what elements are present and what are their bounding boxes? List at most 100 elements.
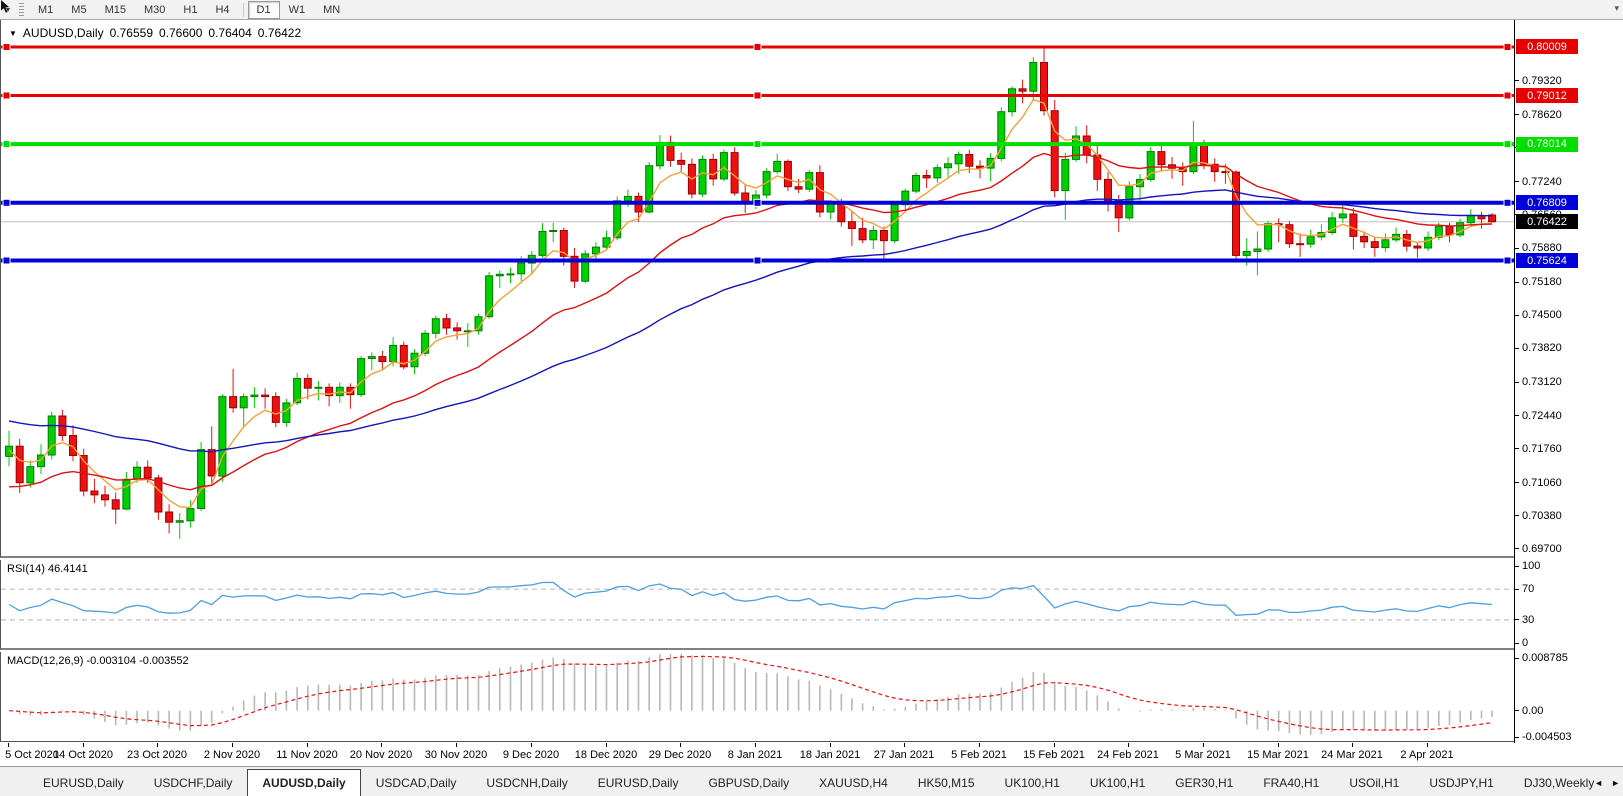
chart-tab-usdcad-daily[interactable]: USDCAD,Daily [361, 771, 472, 794]
chart-tab-eurusd-daily[interactable]: EURUSD,Daily [583, 771, 694, 794]
macd-scale--0.004503: -0.004503 [1515, 730, 1623, 744]
date-label: 24 Feb 2021 [1097, 749, 1159, 761]
price-tick-0.70380: 0.70380 [1515, 509, 1623, 523]
horizontal-line-0.79012[interactable] [1, 91, 1514, 100]
line-handle[interactable] [753, 256, 762, 265]
line-handle[interactable] [2, 43, 11, 51]
line-handle[interactable] [1503, 43, 1512, 51]
chart-tab-hk50-m15[interactable]: HK50,M15 [903, 771, 990, 794]
mt4-window: ▾ M1 M5 M15 M30 H1 H4 D1 W1 MN ▾ ▼ AUDUSD,Daily … [0, 0, 1623, 796]
candle [271, 392, 280, 428]
line-handle[interactable] [753, 198, 762, 207]
chart-tab-xauusd-h4[interactable]: XAUUSD,H4 [804, 771, 903, 794]
chart-tab-audusd-daily[interactable]: AUDUSD,Daily [247, 769, 361, 796]
cursor-tool-button[interactable]: ▾ [0, 0, 14, 19]
chart-title: ▼ AUDUSD,Daily 0.76559 0.76600 0.76404 0… [9, 26, 301, 40]
chart-tab-ger30-h1[interactable]: GER30,H1 [1160, 771, 1248, 794]
chart-tab-usdjpy-h1[interactable]: USDJPY,H1 [1414, 771, 1508, 794]
candle [90, 478, 99, 504]
date-tick [1427, 743, 1428, 747]
chart-tab-eurusd-daily[interactable]: EURUSD,Daily [28, 771, 139, 794]
candle [1306, 229, 1315, 248]
timeframe-button-m1[interactable]: M1 [29, 1, 62, 19]
candle [1381, 233, 1390, 252]
chart-tab-uk100-h1[interactable]: UK100,H1 [1075, 771, 1160, 794]
chart-tab-usdcnh-daily[interactable]: USDCNH,Daily [471, 771, 582, 794]
chart-tab-usoil-h1[interactable]: USOil,H1 [1334, 771, 1414, 794]
candle [69, 425, 77, 462]
candle [741, 184, 750, 213]
timeframe-button-m15[interactable]: M15 [96, 1, 135, 19]
timeframe-toolbar: ▾ M1 M5 M15 M30 H1 H4 D1 W1 MN ▾ [0, 0, 1623, 20]
line-handle[interactable] [2, 256, 11, 265]
candle [944, 157, 952, 178]
price-tick-0.71760: 0.71760 [1515, 442, 1623, 456]
macd-signal-line [8, 655, 1493, 731]
candle [1264, 220, 1273, 252]
line-handle[interactable] [2, 198, 11, 207]
candle [634, 192, 643, 222]
price-axis[interactable]: 0.793200.786200.779400.772400.765600.758… [1515, 20, 1623, 743]
chart-tab-uk100-h1[interactable]: UK100,H1 [990, 771, 1075, 794]
date-tick [606, 743, 607, 747]
macd-scale-0.008785: 0.008785 [1515, 651, 1623, 665]
candle [847, 211, 856, 247]
date-tick [307, 743, 308, 747]
price-tick-0.73820: 0.73820 [1515, 341, 1623, 355]
chart-tab-fra40-h1[interactable]: FRA40,H1 [1248, 771, 1334, 794]
date-label: 27 Jan 2021 [873, 749, 935, 761]
candle [1466, 209, 1475, 227]
horizontal-line-0.80009[interactable] [1, 43, 1514, 51]
tab-scroll-left-icon[interactable]: ◄ [1594, 778, 1603, 788]
timeframe-button-w1[interactable]: W1 [280, 1, 315, 19]
date-label: 20 Nov 2020 [349, 749, 413, 761]
candle [773, 153, 782, 174]
timeframe-button-h1[interactable]: H1 [174, 1, 206, 19]
date-label: 9 Dec 2020 [502, 749, 560, 761]
symbol-dropdown-icon[interactable]: ▼ [9, 29, 17, 38]
chart-tab-usdchf-daily[interactable]: USDCHF,Daily [139, 771, 248, 794]
line-handle[interactable] [1503, 256, 1512, 265]
rsi-label: RSI(14) 46.4141 [7, 563, 88, 575]
candle [1296, 233, 1305, 257]
date-tick [8, 743, 9, 747]
candle [1317, 224, 1326, 241]
horizontal-line-0.76809[interactable] [1, 198, 1514, 207]
candle [677, 152, 686, 173]
candle [1157, 145, 1166, 172]
horizontal-line-0.75624[interactable] [1, 256, 1514, 265]
price-tick-0.69700: 0.69700 [1515, 542, 1623, 556]
date-axis[interactable]: 5 Oct 2020 14 Oct 2020 23 Oct 2020 2 Nov 20… [0, 743, 1514, 766]
timeframe-button-h4[interactable]: H4 [206, 1, 238, 19]
candle [922, 169, 931, 189]
chart-tabbar: EURUSD,Daily USDCHF,Daily AUDUSD,Daily USDC… [0, 766, 1623, 796]
date-label: 14 Oct 2020 [53, 749, 113, 761]
date-tick [979, 743, 980, 747]
line-handle[interactable] [753, 43, 762, 51]
toolbar-overflow-icon[interactable]: ▾ [1614, 3, 1619, 14]
macd-panel[interactable]: MACD(12,26,9) -0.003104 -0.003552 [0, 652, 1514, 742]
date-label: 2 Nov 2020 [203, 749, 261, 761]
timeframe-button-m5[interactable]: M5 [62, 1, 95, 19]
chart-tab-gbpusd-daily[interactable]: GBPUSD,Daily [693, 771, 804, 794]
line-handle[interactable] [2, 91, 11, 100]
tab-scroll-right-icon[interactable]: ► [1611, 778, 1620, 788]
timeframe-button-m30[interactable]: M30 [135, 1, 174, 19]
timeframe-button-d1[interactable]: D1 [247, 0, 280, 19]
rsi-panel[interactable]: RSI(14) 46.4141 [0, 560, 1514, 650]
candle [1253, 231, 1262, 276]
chart-plot-area[interactable] [1, 20, 1514, 556]
timeframe-button-mn[interactable]: MN [314, 1, 349, 19]
main-chart-panel[interactable]: ▼ AUDUSD,Daily 0.76559 0.76600 0.76404 0… [0, 20, 1514, 558]
line-handle[interactable] [753, 91, 762, 100]
date-tick [680, 743, 681, 747]
toolbar-grip[interactable] [19, 2, 25, 17]
line-handle[interactable] [2, 140, 11, 149]
line-handle[interactable] [753, 140, 762, 149]
horizontal-line-0.78014[interactable] [1, 140, 1514, 149]
price-tick-0.71060: 0.71060 [1515, 476, 1623, 490]
line-handle[interactable] [1503, 140, 1512, 149]
line-handle[interactable] [1503, 198, 1512, 207]
line-handle[interactable] [1503, 91, 1512, 100]
date-tick [1128, 743, 1129, 747]
